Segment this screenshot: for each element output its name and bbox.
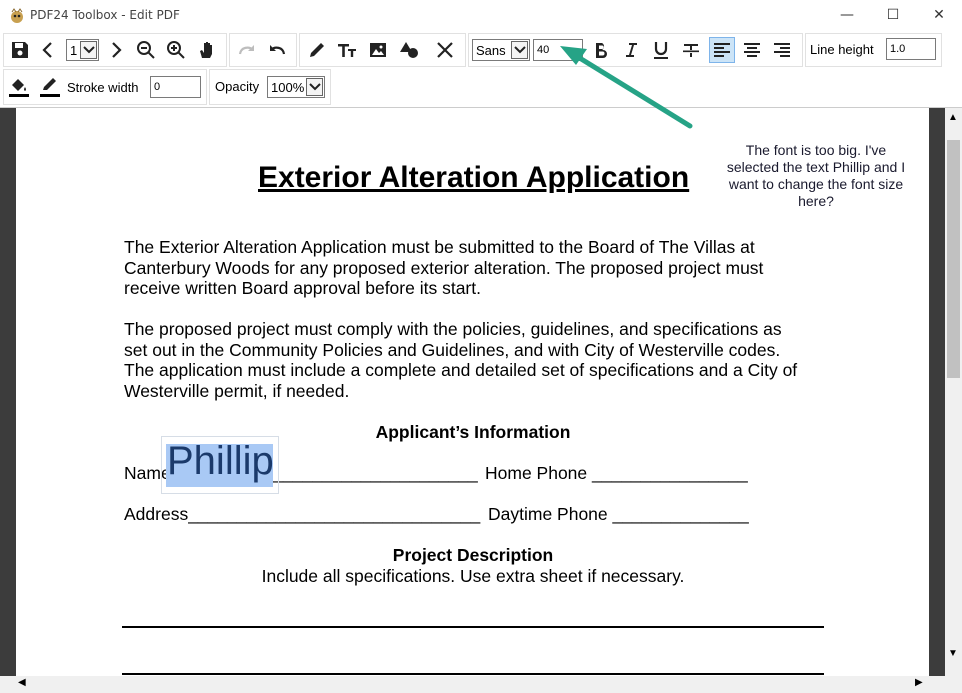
annotation-note: The font is too big. I've selected the t…	[726, 142, 906, 209]
annotation-arrow	[560, 46, 693, 129]
